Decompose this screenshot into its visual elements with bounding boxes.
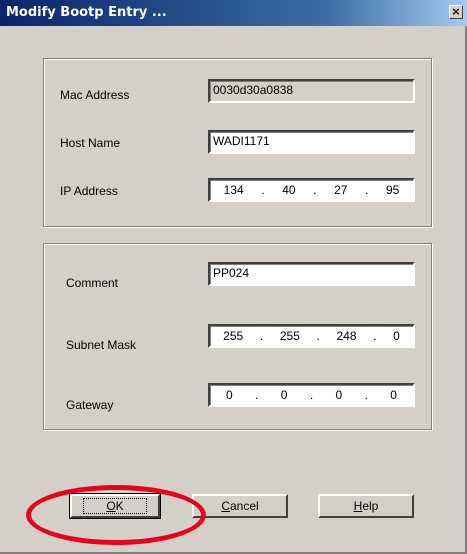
gateway-input[interactable]: 0. 0. 0. 0 bbox=[208, 383, 415, 407]
subnet-octet-4[interactable]: 0 bbox=[393, 329, 400, 343]
host-name-label: Host Name bbox=[60, 136, 121, 150]
window-title: Modify Bootp Entry ... bbox=[6, 5, 167, 20]
ip-dot: . bbox=[313, 183, 317, 197]
comment-label: Comment bbox=[66, 276, 119, 290]
subnet-mask-label: Subnet Mask bbox=[66, 338, 137, 352]
ip-octet-1[interactable]: 134 bbox=[224, 183, 244, 197]
ip-dot: . bbox=[261, 183, 265, 197]
dialog-window: Modify Bootp Entry ... × Mac Address 003… bbox=[0, 0, 467, 554]
gateway-dot: . bbox=[364, 388, 368, 402]
subnet-dot: . bbox=[373, 329, 377, 343]
subnet-dot: . bbox=[259, 329, 264, 343]
gateway-octet-2[interactable]: 0 bbox=[281, 388, 288, 402]
mac-address-field: 0030d30a0838 bbox=[208, 79, 415, 103]
host-name-input[interactable]: WADI1171 bbox=[208, 130, 415, 154]
gateway-octet-1[interactable]: 0 bbox=[226, 388, 233, 402]
gateway-dot: . bbox=[309, 388, 314, 402]
title-bar[interactable]: Modify Bootp Entry ... × bbox=[0, 0, 467, 26]
subnet-dot: . bbox=[316, 329, 320, 343]
subnet-octet-1[interactable]: 255 bbox=[223, 329, 243, 343]
gateway-octet-3[interactable]: 0 bbox=[336, 388, 343, 402]
help-button-label: Help bbox=[353, 499, 379, 513]
ip-address-input[interactable]: 134. 40. 27. 95 bbox=[208, 178, 415, 202]
gateway-dot: . bbox=[255, 388, 259, 402]
comment-input[interactable]: PP024 bbox=[208, 262, 415, 286]
gateway-label: Gateway bbox=[66, 398, 114, 412]
ip-dot: . bbox=[365, 183, 369, 197]
ip-address-label: IP Address bbox=[60, 184, 118, 198]
close-icon[interactable]: × bbox=[449, 5, 463, 19]
gateway-octet-4[interactable]: 0 bbox=[390, 388, 397, 402]
ip-octet-2[interactable]: 40 bbox=[282, 183, 295, 197]
ip-octet-3[interactable]: 27 bbox=[334, 183, 347, 197]
ok-highlight-annotation bbox=[26, 485, 206, 545]
subnet-octet-2[interactable]: 255 bbox=[280, 329, 300, 343]
mac-address-label: Mac Address bbox=[60, 88, 130, 102]
subnet-octet-3[interactable]: 248 bbox=[336, 329, 356, 343]
cancel-button-label: Cancel bbox=[221, 499, 259, 513]
cancel-button[interactable]: Cancel bbox=[192, 494, 288, 518]
subnet-mask-input[interactable]: 255. 255. 248. 0 bbox=[208, 324, 415, 348]
ip-octet-4[interactable]: 95 bbox=[386, 183, 399, 197]
help-button[interactable]: Help bbox=[318, 494, 414, 518]
